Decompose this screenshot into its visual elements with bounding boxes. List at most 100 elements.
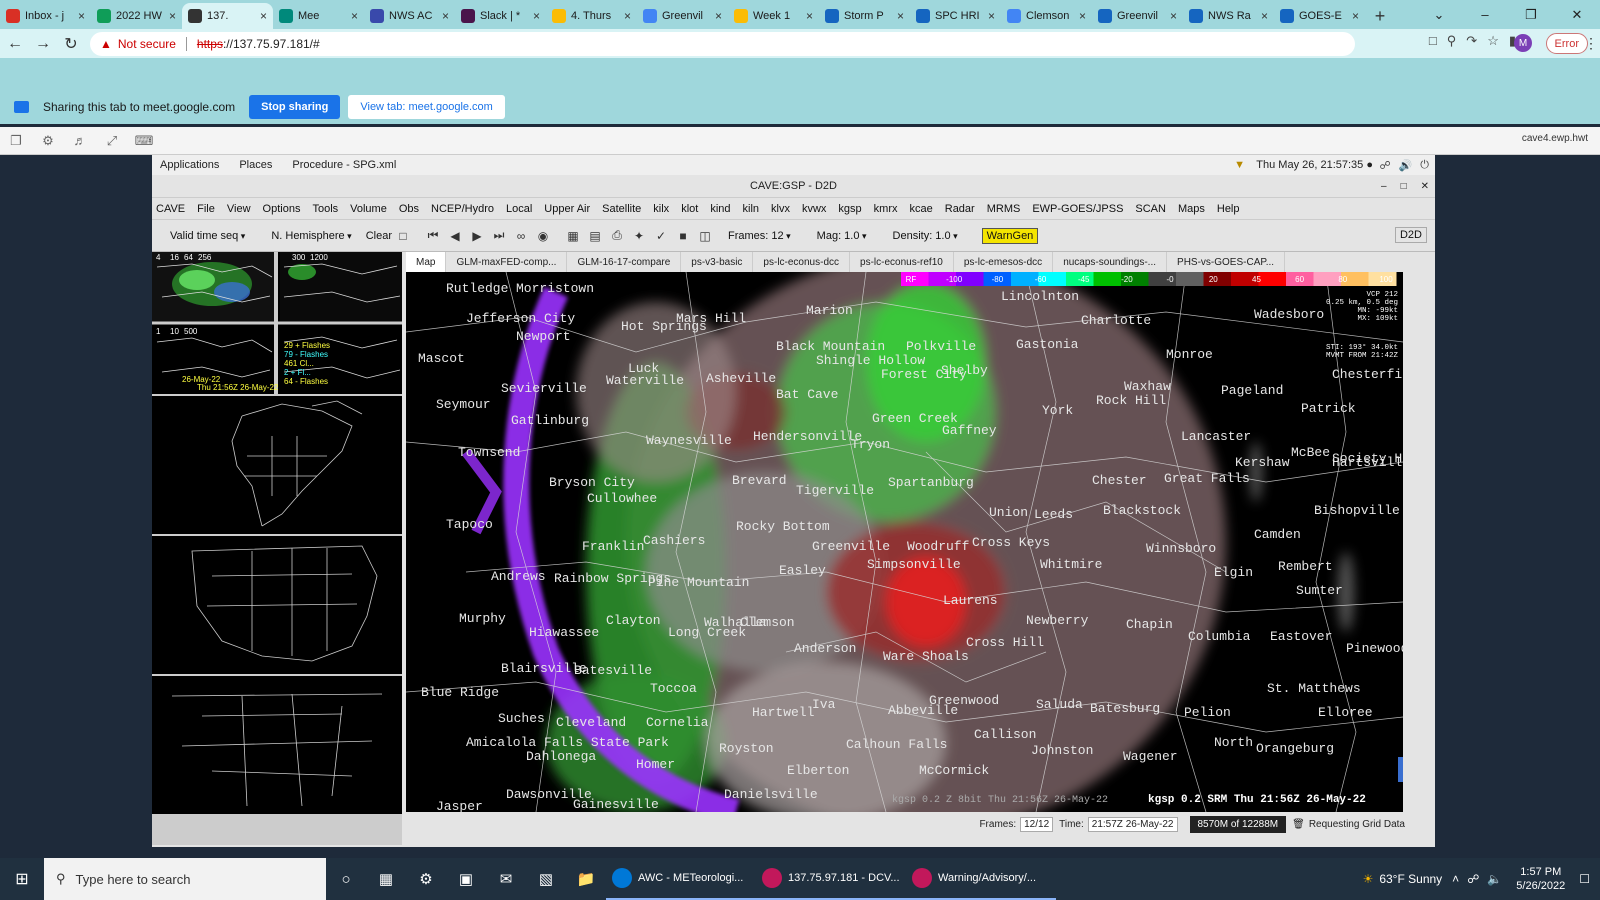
file-explorer-icon[interactable]: 📁 [566, 870, 606, 888]
print-icon[interactable]: ⎙ [606, 228, 628, 243]
cave-menu-options[interactable]: Options [263, 203, 301, 215]
cave-menu-local[interactable]: Local [506, 203, 532, 215]
loop-icon[interactable]: ∞ [510, 229, 532, 243]
browser-tab[interactable]: Greenvil × [637, 3, 728, 29]
browser-tab[interactable]: Storm P × [819, 3, 910, 29]
cave-menu-mrms[interactable]: MRMS [987, 203, 1021, 215]
view-tab-button[interactable]: View tab: meet.google.com [348, 95, 505, 119]
new-tab-icon[interactable]: + [1365, 3, 1395, 29]
cave-menu-kgsp[interactable]: kgsp [838, 203, 861, 215]
url-field[interactable]: ▲ Not secure https ://137.75.97.181/# [90, 31, 1355, 56]
tab-close-icon[interactable]: × [260, 9, 267, 23]
remote-host-label[interactable]: cave4.ewp.hwt [1522, 133, 1588, 144]
browser-tab[interactable]: NWS Ra × [1183, 3, 1274, 29]
map-tab[interactable]: GLM-maxFED-comp... [446, 252, 568, 272]
loop-properties-icon[interactable]: ◉ [532, 229, 554, 243]
cave-menu-klot[interactable]: klot [681, 203, 698, 215]
d2d-perspective-button[interactable]: D2D [1394, 227, 1427, 243]
taskbar-clock[interactable]: 1:57 PM 5/26/2022 [1516, 865, 1565, 893]
map-tab[interactable]: Map [406, 252, 447, 272]
cave-menu-file[interactable]: File [197, 203, 215, 215]
tab-close-icon[interactable]: × [169, 9, 176, 23]
cave-menu-kcae[interactable]: kcae [910, 203, 933, 215]
tab-close-icon[interactable]: × [1352, 9, 1359, 23]
clear-button[interactable]: Clear [366, 230, 392, 242]
warngen-button[interactable]: WarnGen [981, 227, 1039, 244]
cave-menu-cave[interactable]: CAVE [156, 203, 185, 215]
keyboard-icon[interactable]: ⌨ [128, 133, 160, 149]
tab-close-icon[interactable]: × [988, 9, 995, 23]
cave-menu-ewp-goes-jpss[interactable]: EWP-GOES/JPSS [1032, 203, 1123, 215]
notification-icon[interactable]: ▼ [1234, 159, 1245, 171]
zoom-extent-icon[interactable]: □ [392, 229, 414, 243]
lasso-icon[interactable]: ✓ [650, 229, 672, 243]
tab-close-icon[interactable]: × [897, 9, 904, 23]
side-pane-north-america[interactable] [152, 396, 402, 534]
taskbar-app[interactable]: Warning/Advisory/... [906, 858, 1056, 900]
windows-start-icon[interactable]: ⊞ [0, 869, 44, 889]
cave-menu-satellite[interactable]: Satellite [602, 203, 641, 215]
browser-tab[interactable]: SPC HRI × [910, 3, 1001, 29]
tab-close-icon[interactable]: × [78, 9, 85, 23]
density-dropdown[interactable]: Density: 1.0 [893, 230, 958, 242]
clipboard-icon[interactable]: ❐ [0, 133, 32, 149]
map-tab[interactable]: nucaps-soundings-... [1053, 252, 1168, 272]
image-props-icon[interactable]: ▤ [584, 229, 606, 243]
applications-menu[interactable]: Applications [160, 159, 219, 171]
tab-close-icon[interactable]: × [442, 9, 449, 23]
memory-usage[interactable]: 8570M of 12288M [1189, 815, 1287, 833]
side-pane-regional[interactable] [152, 676, 402, 814]
prev-frame-icon[interactable]: ◀ [444, 229, 466, 243]
power-icon[interactable]: ⏻ [1420, 159, 1429, 172]
tab-close-icon[interactable]: × [1261, 9, 1268, 23]
kebab-menu-icon[interactable]: ⋮ [1584, 35, 1598, 52]
map-tab[interactable]: ps-v3-basic [681, 252, 754, 272]
cave-menu-obs[interactable]: Obs [399, 203, 419, 215]
browser-tab[interactable]: GOES-E × [1274, 3, 1365, 29]
reload-icon[interactable]: ↻ [58, 31, 84, 57]
browser-tab[interactable]: Mee × [273, 3, 364, 29]
system-clock[interactable]: Thu May 26, 21:57:35 ● [1256, 159, 1373, 171]
cave-menu-kiln[interactable]: kiln [743, 203, 760, 215]
browser-tab[interactable]: 2022 HW × [91, 3, 182, 29]
restore-window-icon[interactable]: ❐ [1508, 0, 1554, 29]
taskbar-app[interactable]: 137.75.97.181 - DCV... [756, 858, 906, 900]
settings-icon[interactable]: ⚙ [406, 870, 446, 888]
speaker-icon[interactable]: 🔈 [1487, 872, 1502, 886]
cave-menu-kind[interactable]: kind [710, 203, 730, 215]
browser-tab[interactable]: NWS AC × [364, 3, 455, 29]
places-menu[interactable]: Places [239, 159, 272, 171]
side-pane-conus[interactable] [152, 536, 402, 674]
cortana-icon[interactable]: ○ [326, 871, 366, 888]
cave-menu-help[interactable]: Help [1217, 203, 1240, 215]
loop-mode-dropdown[interactable]: Valid time seq [170, 230, 245, 242]
task-view-icon[interactable]: ▦ [366, 870, 406, 888]
cave-menu-kilx[interactable]: kilx [653, 203, 669, 215]
cave-menu-maps[interactable]: Maps [1178, 203, 1205, 215]
procedure-window-label[interactable]: Procedure - SPG.xml [292, 159, 396, 171]
close-window-icon[interactable]: ✕ [1554, 0, 1600, 29]
browser-tab[interactable]: Slack | * × [455, 3, 546, 29]
mag-dropdown[interactable]: Mag: 1.0 [817, 230, 867, 242]
single-pane-icon[interactable]: ■ [672, 229, 694, 243]
mail-icon[interactable]: ✉ [486, 870, 526, 888]
tab-close-icon[interactable]: × [533, 9, 540, 23]
frames-dropdown[interactable]: Frames: 12 [728, 230, 791, 242]
taskbar-app[interactable]: AWC - METeorologi... [606, 858, 756, 900]
cave-menu-kvwx[interactable]: kvwx [802, 203, 826, 215]
cave-menu-ncep-hydro[interactable]: NCEP/Hydro [431, 203, 494, 215]
tools-icon[interactable]: ✦ [628, 229, 650, 243]
browser-tab[interactable]: Greenvil × [1092, 3, 1183, 29]
weather-sun-icon[interactable]: ☀ [1363, 872, 1374, 886]
weather-text[interactable]: 63°F Sunny [1379, 872, 1442, 886]
cave-menu-kmrx[interactable]: kmrx [874, 203, 898, 215]
error-button[interactable]: Error [1545, 33, 1588, 54]
image-combine-icon[interactable]: ▦ [562, 229, 584, 243]
last-frame-icon[interactable]: ⏭ [488, 228, 510, 243]
browser-tab[interactable]: Week 1 × [728, 3, 819, 29]
side-pane-radar-loop[interactable]: 4 16 64 256 300 1200 1 10 500 29 + Flashes 79 - Fl… [152, 252, 402, 394]
audio-icon[interactable]: ♬ [64, 133, 96, 148]
forward-icon[interactable]: → [30, 31, 56, 57]
map-tab[interactable]: GLM-16-17-compare [567, 252, 682, 272]
browser-tab[interactable]: Inbox - j × [0, 3, 91, 29]
